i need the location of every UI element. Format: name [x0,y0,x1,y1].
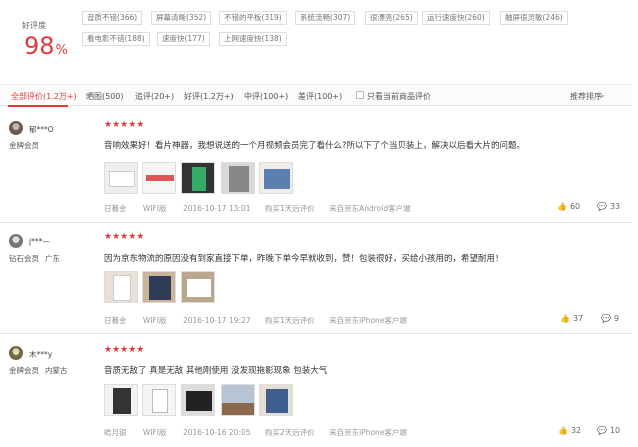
praise-rate-number: 98 [24,32,55,60]
filter-pics[interactable]: 晒图(500) [86,91,124,102]
filter-all[interactable]: 全部评价(1.2万+) [11,91,77,102]
comment-count: 33 [609,202,621,211]
product-model: WIFI版 [142,316,167,325]
product-model: WIFI版 [142,204,167,213]
review-filter-bar: 全部评价(1.2万+) 晒图(500) 追评(20+) 好评(1.2万+) 中评… [0,84,632,107]
review-photo-thumbnail[interactable] [104,384,138,416]
review-client: 来自京东iPhone客户端 [329,428,407,437]
member-location: 内蒙古 [45,366,68,375]
like-count: 37 [572,314,584,323]
review-text: 音响效果好！看片神器，我想说送的一个月视频会员完了看什么?所以下了个当贝装上，解… [104,141,526,151]
praise-rate-label: 好评度 [22,21,46,30]
review-divider [0,222,632,223]
review-tag[interactable]: 触屏很灵敏(246) [500,11,568,25]
review-meta: 日暮金 WIFI版 2016-10-17 19:27 购买1天后评价 来自京东i… [104,315,407,326]
star-rating: ★★★★★ [104,120,145,130]
avatar[interactable] [9,346,23,360]
review-photo-thumbnail[interactable] [221,384,255,416]
filter-append[interactable]: 追评(20+) [135,91,174,102]
sort-dropdown[interactable]: 推荐排序 [570,91,602,102]
member-level: 金牌会员 [9,141,39,150]
comment-count: 9 [613,314,620,323]
reviewer-level: 金牌会员 内蒙古 [9,365,74,376]
active-filter-underline [8,105,68,107]
review-client: 来自京东Android客户端 [329,204,411,213]
review-text: 因为京东物流的原因没有到家直接下单，昨晚下单今早就收到，赞！包装很好，买给小孩用… [104,254,504,264]
praise-rate-value: 98% [24,34,68,63]
review-tag[interactable]: 看电影不错(188) [82,32,150,46]
review-date: 2016-10-17 13:01 [182,204,251,213]
filter-good[interactable]: 好评(1.2万+) [184,91,234,102]
review-date: 2016-10-17 19:27 [182,316,251,325]
reviewer-name[interactable]: j***— [29,237,50,246]
review-tag[interactable]: 运行速度快(260) [422,11,490,25]
review-text: 音质无敌了 真是无敌 其他刚使用 没发现拖影现象 包装大气 [104,366,328,376]
reviewer-name[interactable]: 木***y [29,349,52,360]
review-tag[interactable]: 速度快(177) [157,32,210,46]
like-count: 32 [570,426,582,435]
current-only-checkbox[interactable] [356,91,364,99]
avatar[interactable] [9,121,23,135]
review-divider [0,333,632,334]
thumbs-up-icon: 👍 [557,202,567,211]
review-photo-thumbnail[interactable] [104,271,138,303]
review-tag[interactable]: 很漂亮(265) [365,11,418,25]
like-button[interactable]: 👍 37 [560,314,583,323]
filter-mid[interactable]: 中评(100+) [244,91,288,102]
comment-button[interactable]: 💬 10 [597,426,620,435]
review-photo-thumbnail[interactable] [181,162,215,194]
product-color: 日暮金 [104,204,127,213]
review-after-purchase: 购买2天后评价 [264,428,315,437]
member-level: 金牌会员 [9,366,39,375]
review-tag[interactable]: 上网速度快(138) [219,32,287,46]
thumbs-up-icon: 👍 [560,314,570,323]
review-meta: 日暮金 WIFI版 2016-10-17 13:01 购买1天后评价 来自京东A… [104,203,411,214]
like-count: 60 [569,202,581,211]
comment-button[interactable]: 💬 9 [601,314,619,323]
comment-button[interactable]: 💬 33 [597,202,620,211]
review-photo-thumbnail[interactable] [259,162,293,194]
review-meta: 皓月银 WIFI版 2016-10-16 20:05 购买2天后评价 来自京东i… [104,427,407,438]
review-photo-thumbnail[interactable] [142,384,176,416]
review-tag[interactable]: 屏幕清晰(352) [151,11,212,25]
review-after-purchase: 购买1天后评价 [264,316,315,325]
review-photo-thumbnail[interactable] [181,271,215,303]
current-only-label[interactable]: 只看当前商品评价 [367,91,431,102]
like-button[interactable]: 👍 32 [558,426,581,435]
review-tag[interactable]: 音质不错(366) [82,11,143,25]
review-photo-thumbnail[interactable] [104,162,138,194]
filter-bad[interactable]: 差评(100+) [298,91,342,102]
star-rating: ★★★★★ [104,345,145,355]
review-tag[interactable]: 系统流畅(307) [295,11,356,25]
product-color: 日暮金 [104,316,127,325]
reviewer-level: 金牌会员 [9,140,51,151]
member-level: 钻石会员 [9,254,39,263]
praise-rate-percent: % [55,43,68,58]
review-photo-thumbnail[interactable] [142,271,176,303]
member-location: 广东 [45,254,60,263]
review-photo-thumbnail[interactable] [259,384,293,416]
reviewer-name[interactable]: 郁***O [29,124,54,135]
comment-icon: 💬 [597,202,607,211]
product-color: 皓月银 [104,428,127,437]
chevron-down-icon[interactable]: ⌄ [599,90,606,99]
avatar[interactable] [9,234,23,248]
reviewer-level: 钻石会员 广东 [9,253,66,264]
review-tag[interactable]: 不错的平板(319) [219,11,287,25]
review-photo-thumbnail[interactable] [142,162,176,194]
review-photo-thumbnail[interactable] [181,384,215,416]
review-photo-thumbnail[interactable] [221,162,255,194]
star-rating: ★★★★★ [104,232,145,242]
comment-icon: 💬 [601,314,611,323]
product-model: WIFI版 [142,428,167,437]
review-client: 来自京东iPhone客户端 [329,316,407,325]
comment-count: 10 [609,426,621,435]
thumbs-up-icon: 👍 [558,426,568,435]
like-button[interactable]: 👍 60 [557,202,580,211]
review-date: 2016-10-16 20:05 [182,428,251,437]
review-after-purchase: 购买1天后评价 [264,204,315,213]
comment-icon: 💬 [597,426,607,435]
